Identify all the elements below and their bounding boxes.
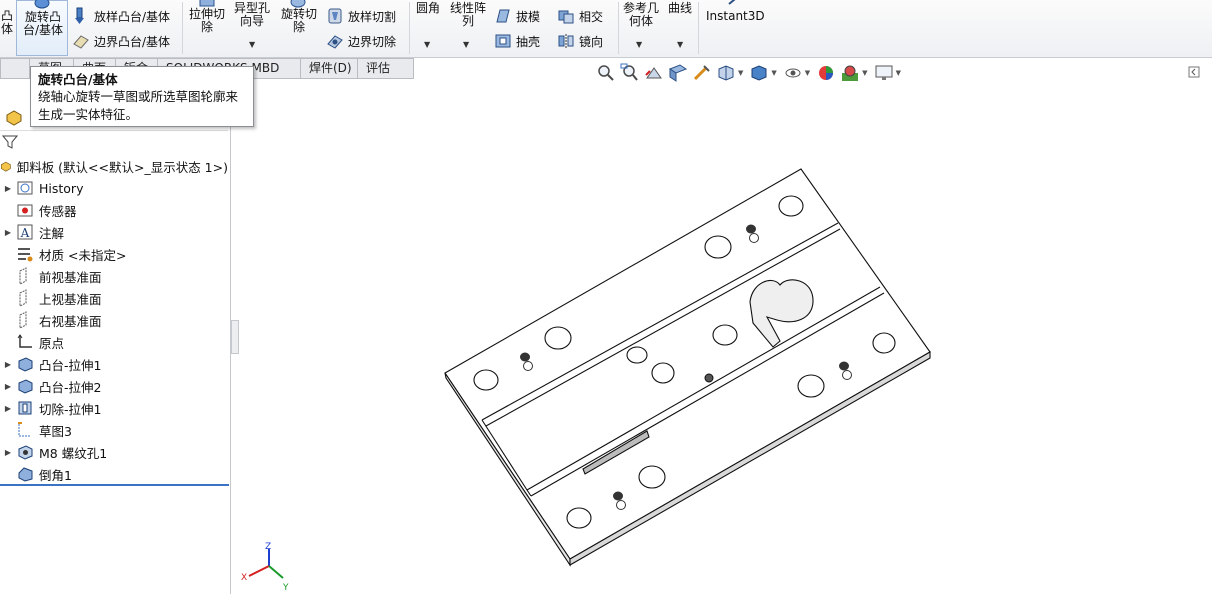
tab-weldments[interactable]: 焊件(D)	[301, 58, 358, 79]
chevron-down-icon: ▼	[424, 40, 431, 49]
chevron-right-icon[interactable]: ▶	[0, 360, 16, 369]
graphics-area[interactable]: Z X Y	[240, 79, 1212, 594]
tree-item-boss-extrude1[interactable]: ▶ 凸台-拉伸1	[0, 353, 228, 375]
chevron-down-icon[interactable]: ▼	[896, 69, 901, 77]
tree-root-part[interactable]: 卸料板 (默认<<默认>_显示状态 1>)	[0, 155, 228, 177]
filter-icon[interactable]	[2, 134, 18, 150]
chevron-down-icon[interactable]: ▼	[805, 69, 810, 77]
feature-manager-panel: 卸料板 (默认<<默认>_显示状态 1>) ▶ History 传感器 ▶ A …	[0, 79, 231, 594]
command-manager-ribbon: 凸体 旋转凸 台/基体 放样凸台/基体 边界凸台/基体 拉伸切除 异型孔 向导 ▼ …	[0, 0, 1212, 58]
history-icon	[17, 181, 33, 195]
chevron-down-icon: ▼	[636, 40, 643, 49]
plane-icon	[19, 267, 27, 285]
tree-item-cut-extrude1[interactable]: ▶ 切除-拉伸1	[0, 397, 228, 419]
material-icon	[18, 248, 33, 262]
hole-wizard-icon	[18, 445, 33, 460]
loft-cut-icon	[328, 8, 342, 24]
annotation-icon: A	[17, 224, 33, 240]
plane-icon	[19, 289, 27, 307]
boss-extrude-icon	[18, 379, 33, 394]
feature-manager-tab-icon[interactable]	[4, 107, 24, 127]
tooltip-body-line2: 生成一实体特征。	[38, 107, 139, 122]
solidworks-window: 凸体 旋转凸 台/基体 放样凸台/基体 边界凸台/基体 拉伸切除 异型孔 向导 ▼ …	[0, 0, 1212, 594]
chevron-down-icon[interactable]: ▼	[738, 69, 743, 77]
shell-button[interactable]: 抽壳	[494, 31, 540, 51]
triad-y-label: Y	[282, 583, 289, 593]
plane-icon	[19, 311, 27, 329]
filter-row	[0, 131, 228, 155]
tree-item-boss-extrude2[interactable]: ▶ 凸台-拉伸2	[0, 375, 228, 397]
draft-button[interactable]: 拔模	[494, 6, 540, 26]
cut-extrude-icon	[18, 401, 32, 415]
chevron-right-icon[interactable]: ▶	[0, 382, 16, 391]
chevron-down-icon: ▼	[249, 40, 256, 49]
chevron-down-icon[interactable]: ▼	[771, 69, 776, 77]
triad-x-label: X	[241, 573, 247, 583]
svg-text:A: A	[20, 226, 30, 240]
boss-extrude-icon	[18, 357, 33, 372]
sensor-icon	[17, 204, 33, 217]
mirror-button[interactable]: 镜向	[557, 31, 603, 51]
chevron-right-icon[interactable]: ▶	[0, 184, 16, 193]
panel-splitter-handle[interactable]	[231, 320, 239, 354]
triad-z-label: Z	[265, 542, 271, 552]
intersect-button[interactable]: 相交	[557, 6, 603, 26]
chamfer-icon	[18, 467, 33, 482]
partial-command-label[interactable]: 凸体	[0, 10, 14, 36]
tree-item-top-plane[interactable]: 上视基准面	[0, 287, 228, 309]
tree-item-annotations[interactable]: ▶ A 注解	[0, 221, 228, 243]
reference-triad: Z X Y	[241, 542, 289, 593]
chevron-right-icon[interactable]: ▶	[0, 404, 16, 413]
tree-item-sketch3[interactable]: 草图3	[0, 419, 228, 441]
boundary-boss-button[interactable]: 边界凸台/基体	[72, 31, 170, 51]
tab-partial[interactable]	[0, 58, 30, 79]
tree-item-history[interactable]: ▶ History	[0, 177, 228, 199]
tab-evaluate[interactable]: 评估	[358, 58, 414, 79]
boundary-boss-icon	[73, 35, 89, 49]
sketch-icon	[18, 422, 31, 437]
chevron-right-icon[interactable]: ▶	[0, 228, 16, 237]
sweep-boss-icon	[75, 7, 84, 24]
mirror-icon	[558, 34, 574, 48]
tree-item-right-plane[interactable]: 右视基准面	[0, 309, 228, 331]
expand-task-pane-icon[interactable]	[1188, 66, 1200, 78]
tooltip-body-line1: 绕轴心旋转一草图或所选草图轮廓来	[38, 89, 239, 104]
tooltip-title: 旋转凸台/基体	[38, 72, 118, 87]
boundary-cut-icon	[327, 35, 343, 49]
chevron-down-icon: ▼	[463, 40, 470, 49]
tree-item-sensors[interactable]: 传感器	[0, 199, 228, 221]
chevron-right-icon[interactable]: ▶	[0, 448, 16, 457]
chevron-down-icon[interactable]: ▼	[862, 69, 867, 77]
tree-item-origin[interactable]: 原点	[0, 331, 228, 353]
origin-icon	[17, 334, 32, 348]
command-tooltip: 旋转凸台/基体 绕轴心旋转一草图或所选草图轮廓来 生成一实体特征。	[30, 66, 254, 127]
tree-item-material[interactable]: 材质 <未指定>	[0, 243, 228, 265]
rollback-bar[interactable]	[0, 484, 229, 486]
part-model-view: Z X Y	[241, 168, 931, 593]
small-holes	[704, 373, 714, 383]
chevron-down-icon: ▼	[677, 40, 684, 49]
boundary-cut-button[interactable]: 边界切除	[326, 31, 396, 51]
shell-icon	[495, 34, 511, 48]
draft-icon	[496, 9, 510, 23]
revolve-boss-button[interactable]: 旋转凸 台/基体	[16, 0, 68, 56]
part-icon	[0, 161, 11, 172]
intersect-icon	[558, 10, 574, 24]
plate-top-face	[444, 168, 931, 560]
tree-item-m8-thread-hole1[interactable]: ▶ M8 螺纹孔1	[0, 441, 228, 463]
tree-item-front-plane[interactable]: 前视基准面	[0, 265, 228, 287]
tree-item-chamfer1[interactable]: 倒角1	[0, 463, 228, 485]
loft-cut-button[interactable]: 放样切割	[326, 6, 396, 26]
sweep-boss-button[interactable]: 放样凸台/基体	[72, 6, 170, 26]
